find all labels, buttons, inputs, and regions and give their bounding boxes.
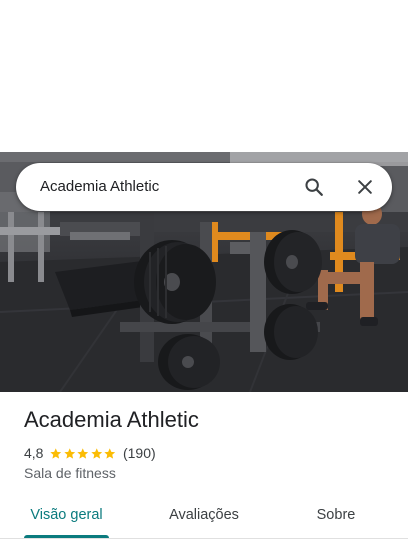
search-button[interactable]: [298, 171, 330, 203]
tabs-divider: [0, 538, 408, 539]
tab-reviews[interactable]: Avaliações: [158, 492, 250, 538]
star-icon: [91, 447, 103, 459]
star-icon: [64, 447, 76, 459]
star-icon: [104, 447, 116, 459]
star-rating: [49, 447, 117, 460]
star-icon: [50, 447, 62, 459]
search-input[interactable]: Academia Athletic: [40, 163, 159, 211]
place-category[interactable]: Sala de fitness: [24, 465, 116, 481]
rating-value: 4,8: [24, 445, 44, 461]
search-box[interactable]: Academia Athletic: [16, 163, 392, 211]
place-page: Academia Athletic Academia Athletic 4,8 …: [0, 0, 408, 544]
clear-search-button[interactable]: [349, 171, 381, 203]
rating-row[interactable]: 4,8 (190): [24, 444, 156, 462]
review-count[interactable]: (190): [123, 445, 156, 461]
tab-overview[interactable]: Visão geral: [24, 492, 109, 538]
place-tabs: Visão geral Avaliações Sobre: [0, 492, 408, 538]
star-icon: [77, 447, 89, 459]
place-title: Academia Athletic: [24, 407, 199, 432]
close-icon: [358, 180, 372, 194]
search-icon: [305, 178, 323, 196]
tab-about[interactable]: Sobre: [306, 492, 366, 538]
